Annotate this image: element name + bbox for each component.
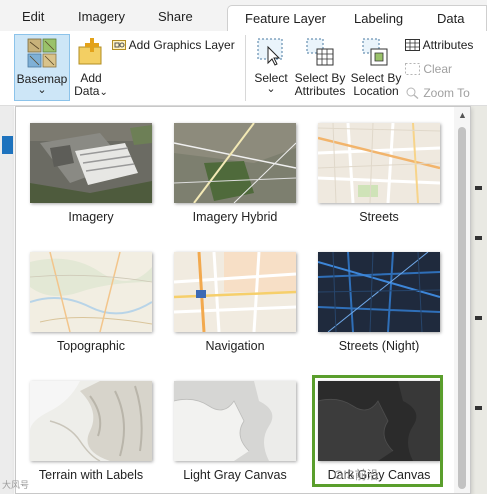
map-feature-mark (475, 406, 482, 410)
chevron-down-icon: ⌄ (266, 83, 276, 95)
chevron-down-icon: ⌄ (37, 84, 47, 96)
tab-labeling[interactable]: Labeling (354, 11, 403, 26)
basemap-thumbnail (174, 381, 296, 461)
select-by-location-line2: Location (353, 84, 399, 98)
watermark-small-text: 大风号 (2, 480, 30, 490)
basemap-label: Topographic (56, 339, 126, 353)
basemap-thumbnail (318, 252, 440, 332)
basemap-thumbnail (174, 123, 296, 203)
tab-share[interactable]: Share (158, 9, 193, 24)
add-data-icon (78, 38, 102, 65)
zoom-to-label: Zoom To (423, 86, 470, 100)
clear-selection-icon (405, 63, 420, 75)
basemap-tile-light-gray-canvas[interactable]: Light Gray Canvas (174, 381, 298, 483)
graphics-layer-icon (112, 40, 126, 50)
select-icon (257, 38, 283, 66)
basemap-thumbnail (174, 252, 296, 332)
basemap-thumbnail (30, 252, 152, 332)
zoom-to-button[interactable]: Zoom To (405, 86, 470, 100)
select-by-attributes-icon (306, 38, 334, 66)
basemap-thumbnail (30, 123, 152, 203)
basemap-gallery: ▲ Imagery Imagery Hybrid Streets Topogra… (15, 106, 471, 494)
basemap-thumbnail (30, 381, 152, 461)
ribbon: Basemap ⌄ Add Data⌄ Add Graphics Layer S… (0, 31, 487, 106)
clear-button[interactable]: Clear (405, 62, 452, 76)
pane-tab-marker (2, 136, 13, 154)
basemap-tile-imagery[interactable]: Imagery (30, 123, 154, 225)
basemap-icon (27, 38, 57, 68)
select-by-attributes-button[interactable]: Select By Attributes (292, 34, 348, 101)
basemap-label: Imagery Hybrid (192, 210, 278, 224)
basemap-tile-imagery-hybrid[interactable]: Imagery Hybrid (174, 123, 298, 225)
basemap-tile-topographic[interactable]: Topographic (30, 252, 154, 354)
select-by-location-icon (362, 38, 388, 66)
pane-edge-left (0, 106, 14, 494)
basemap-thumbnail (318, 123, 440, 203)
select-by-location-button[interactable]: Select By Location (350, 34, 402, 101)
clear-label: Clear (423, 62, 453, 76)
zoom-to-icon (406, 87, 419, 100)
ribbon-tab-row: Edit Imagery Share Feature Layer Labelin… (0, 0, 487, 33)
basemap-label: Navigation (205, 339, 265, 353)
add-data-label-line2: Data (74, 84, 100, 98)
map-feature-mark (475, 186, 482, 190)
select-by-attributes-line2: Attributes (294, 84, 346, 98)
basemap-button[interactable]: Basemap ⌄ (14, 34, 70, 101)
table-icon (405, 39, 420, 51)
map-feature-mark (475, 316, 482, 320)
select-button[interactable]: Select ⌄ (252, 34, 290, 101)
basemap-tile-streets-night[interactable]: Streets (Night) (318, 252, 442, 354)
add-graphics-layer-button[interactable]: Add Graphics Layer (112, 38, 235, 52)
scroll-up-arrow-icon[interactable]: ▲ (458, 111, 467, 120)
tab-data[interactable]: Data (437, 11, 464, 26)
basemap-tile-streets[interactable]: Streets (318, 123, 442, 225)
add-graphics-layer-label: Add Graphics Layer (128, 38, 235, 52)
watermark-text: GIS前沿 (334, 468, 379, 482)
gallery-scrollbar[interactable]: ▲ (454, 107, 470, 493)
tab-feature-layer[interactable]: Feature Layer (245, 11, 326, 26)
scroll-thumb[interactable] (458, 127, 466, 489)
ribbon-separator (245, 35, 246, 101)
contextual-tab-group: Feature Layer Labeling Data (227, 5, 487, 31)
basemap-label: Streets (359, 210, 399, 224)
add-data-button[interactable]: Add Data⌄ (72, 34, 110, 101)
attributes-button[interactable]: Attributes (405, 38, 473, 52)
basemap-tile-terrain-with-labels[interactable]: Terrain with Labels (30, 381, 154, 483)
map-view-edge (470, 106, 487, 494)
basemap-label: Streets (Night) (338, 339, 420, 353)
basemap-label: Imagery (68, 210, 114, 224)
tab-edit[interactable]: Edit (22, 9, 44, 24)
map-feature-mark (475, 236, 482, 240)
basemap-label: Light Gray Canvas (183, 468, 287, 482)
basemap-tile-navigation[interactable]: Navigation (174, 252, 298, 354)
basemap-label: Terrain with Labels (38, 468, 144, 482)
chevron-down-icon: ⌄ (99, 87, 108, 98)
tab-imagery[interactable]: Imagery (78, 9, 125, 24)
attributes-label: Attributes (422, 38, 474, 52)
